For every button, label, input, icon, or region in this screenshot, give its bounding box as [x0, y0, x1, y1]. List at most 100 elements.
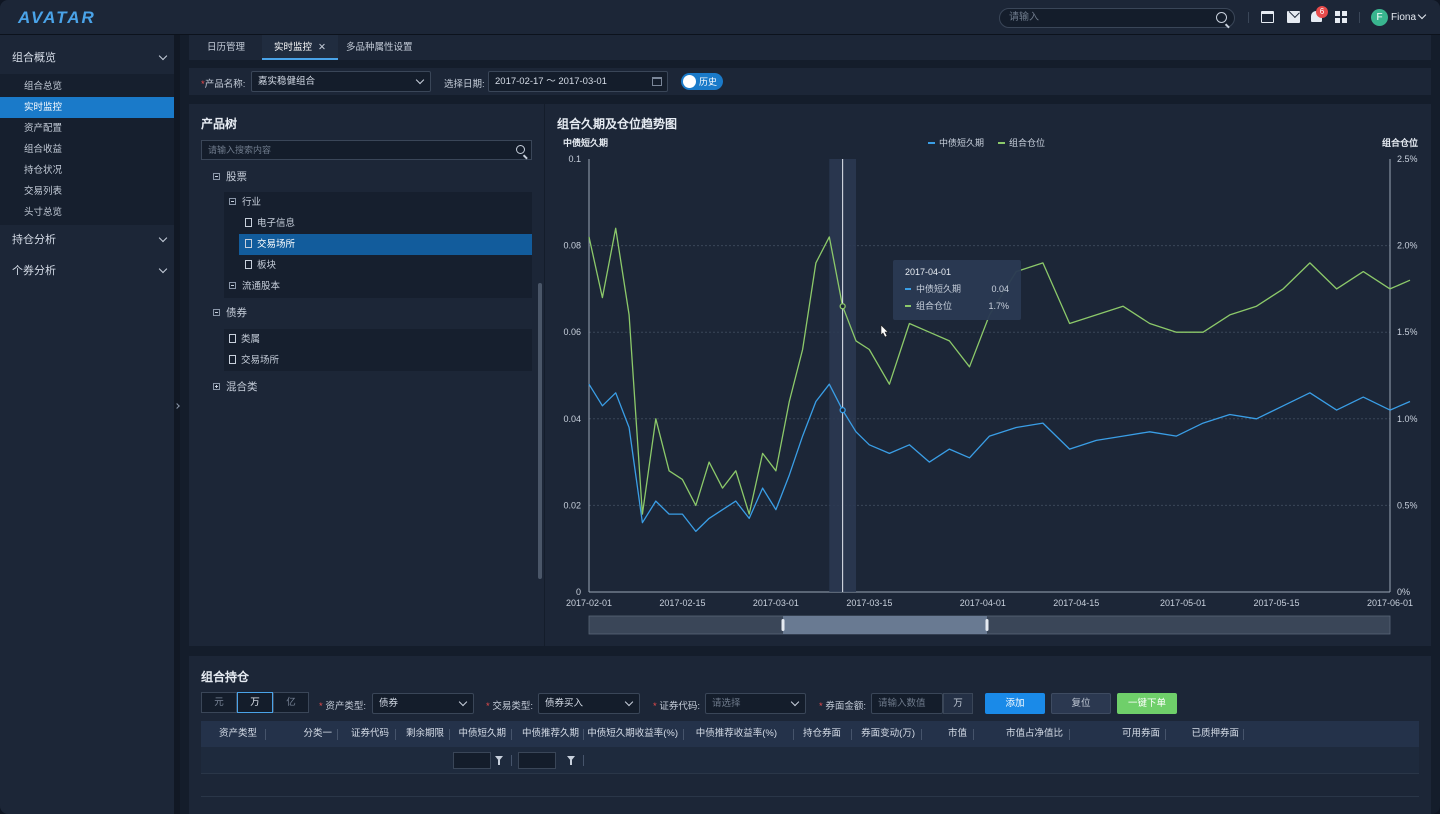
column-header[interactable]: 市值占净值比	[975, 721, 1063, 747]
search-icon[interactable]	[516, 145, 525, 154]
tree-node-sector[interactable]: 板块	[245, 255, 276, 276]
sidebar-item-realtime-monitor[interactable]: 实时监控	[0, 97, 174, 118]
sidebar-submenu: 组合总览 实时监控 资产配置 组合收益 持仓状况 交易列表 头寸总览	[0, 74, 174, 225]
tab-calendar-management[interactable]: 日历管理	[195, 35, 257, 60]
tab-multi-product-settings[interactable]: 多品种属性设置	[334, 35, 425, 60]
tree-node-electronic[interactable]: 电子信息	[245, 213, 295, 234]
column-header[interactable]: 中债推荐久期	[513, 721, 579, 747]
tree-node-bond[interactable]: 债券	[213, 303, 247, 324]
sidebar-item-asset-allocation[interactable]: 资产配置	[0, 118, 174, 139]
sidebar-group-label: 组合概览	[12, 52, 56, 64]
pointer-cursor-icon	[880, 324, 889, 338]
search-icon[interactable]	[1216, 12, 1227, 23]
chevron-down-icon	[158, 233, 168, 243]
security-code-select[interactable]: 请选择	[705, 693, 806, 714]
column-header[interactable]: 资产类型	[201, 721, 257, 747]
column-header[interactable]: 已质押券面	[1167, 721, 1239, 747]
unit-wan-button[interactable]: 万	[237, 692, 273, 713]
add-button[interactable]: 添加	[985, 693, 1045, 714]
tab-bar: 日历管理 实时监控 ✕ 多品种属性设置	[189, 35, 1431, 60]
chevron-down-icon[interactable]	[1417, 10, 1427, 20]
column-header[interactable]: 剩余期限	[397, 721, 444, 747]
filter-icon[interactable]	[567, 756, 575, 765]
tab-realtime-monitor[interactable]: 实时监控 ✕	[262, 35, 338, 60]
sidebar-group-holdings-analysis[interactable]: 持仓分析	[0, 225, 174, 256]
sidebar-group-security-analysis[interactable]: 个券分析	[0, 256, 174, 287]
asset-type-select[interactable]: 债券	[372, 693, 474, 714]
apps-grid-icon[interactable]	[1335, 11, 1347, 23]
date-range-picker[interactable]: 2017-02-17 ～ 2017-03-01	[488, 71, 668, 92]
column-filter-input[interactable]	[518, 752, 556, 769]
avatar[interactable]: F	[1371, 9, 1388, 26]
one-click-order-button[interactable]: 一键下单	[1117, 693, 1177, 714]
trend-chart[interactable]: 中债短久期 组合仓位中债短久期 组合仓位0 0%0.02 0.5%0.04 1.0%0.0…	[545, 104, 1431, 646]
column-header[interactable]: 分类一	[281, 721, 332, 747]
tree-search-input[interactable]: 请输入搜索内容	[201, 140, 532, 160]
unit-yuan-button[interactable]: 元	[201, 692, 237, 713]
sidebar-item-holdings-status[interactable]: 持仓状况	[0, 160, 174, 181]
collapse-icon[interactable]	[213, 308, 220, 316]
close-icon[interactable]: ✕	[318, 42, 326, 53]
collapse-icon[interactable]	[213, 172, 220, 180]
unit-selector: 元 万 亿	[201, 692, 309, 713]
tree-node-mixed[interactable]: 混合类	[213, 377, 258, 398]
unit-yi-button[interactable]: 亿	[273, 692, 309, 713]
user-name[interactable]: Fiona	[1391, 12, 1416, 23]
trade-type-select[interactable]: 债券买入	[538, 693, 640, 714]
column-header[interactable]: 可用券面	[1071, 721, 1160, 747]
tree-node-category[interactable]: 类属	[229, 329, 260, 350]
tab-label: 多品种属性设置	[346, 42, 413, 53]
x-tick-label: 2017-03-15	[846, 598, 892, 608]
global-search-input[interactable]: 请输入	[999, 8, 1235, 28]
sidebar-item-portfolio-overview[interactable]: 组合总览	[0, 76, 174, 97]
collapse-icon[interactable]	[229, 281, 236, 289]
sidebar-group-label: 个券分析	[12, 265, 56, 277]
tooltip-date: 2017-04-01	[905, 267, 951, 277]
filter-icon[interactable]	[495, 756, 503, 765]
tree-node-float-shares[interactable]: 流通股本	[229, 276, 280, 297]
document-icon	[229, 354, 236, 364]
column-header[interactable]: 中债推荐收益率(%)	[685, 721, 777, 747]
chevron-down-icon	[158, 51, 168, 61]
tree-node-label: 板块	[257, 260, 277, 271]
column-separator	[683, 729, 684, 740]
zoom-slider-window[interactable]	[783, 616, 987, 634]
tree-node-stock[interactable]: 股票	[213, 167, 247, 188]
calendar-icon[interactable]	[1261, 11, 1274, 23]
product-name-label: *产品名称:	[201, 76, 245, 90]
tree-scrollbar[interactable]	[538, 283, 542, 579]
face-amount-placeholder: 请输入数值	[878, 698, 926, 709]
tree-node-bond-exchange[interactable]: 交易场所	[229, 350, 279, 371]
zoom-slider-handle[interactable]	[985, 619, 989, 631]
column-separator	[337, 729, 338, 740]
product-name-select[interactable]: 嘉实稳健组合	[251, 71, 431, 92]
sidebar-group-overview[interactable]: 组合概览	[0, 43, 174, 74]
mail-icon[interactable]	[1287, 11, 1300, 23]
face-amount-input[interactable]: 请输入数值	[871, 693, 943, 714]
product-tree-title: 产品树	[201, 117, 238, 131]
y-tick-left-label: 0.02	[563, 500, 581, 510]
zoom-slider-track[interactable]	[588, 615, 1391, 635]
column-filter-input[interactable]	[453, 752, 491, 769]
column-header[interactable]: 中债短久期	[451, 721, 506, 747]
y-tick-right-label: 1.5%	[1397, 327, 1418, 337]
history-toggle-label: 历史	[699, 77, 718, 87]
collapse-icon[interactable]	[229, 197, 236, 205]
history-toggle[interactable]: 历史	[681, 73, 723, 90]
column-header[interactable]: 证券代码	[341, 721, 389, 747]
sidebar-item-trade-list[interactable]: 交易列表	[0, 181, 174, 202]
column-separator	[1069, 729, 1070, 740]
sidebar-item-portfolio-return[interactable]: 组合收益	[0, 139, 174, 160]
column-header[interactable]: 券面变动(万)	[853, 721, 915, 747]
reset-button[interactable]: 复位	[1051, 693, 1111, 714]
column-header[interactable]: 市值	[923, 721, 967, 747]
tree-node-industry[interactable]: 行业	[229, 192, 261, 213]
sidebar-item-position-overview[interactable]: 头寸总览	[0, 202, 174, 223]
zoom-slider-handle[interactable]	[781, 619, 785, 631]
tree-node-exchange[interactable]: 交易场所	[239, 234, 532, 255]
sidebar-splitter[interactable]	[174, 35, 180, 814]
expand-icon[interactable]	[213, 382, 220, 390]
column-header[interactable]: 中债短久期收益率(%)	[585, 721, 678, 747]
asset-type-value: 债券	[379, 698, 399, 709]
column-header[interactable]: 持仓券面	[795, 721, 841, 747]
